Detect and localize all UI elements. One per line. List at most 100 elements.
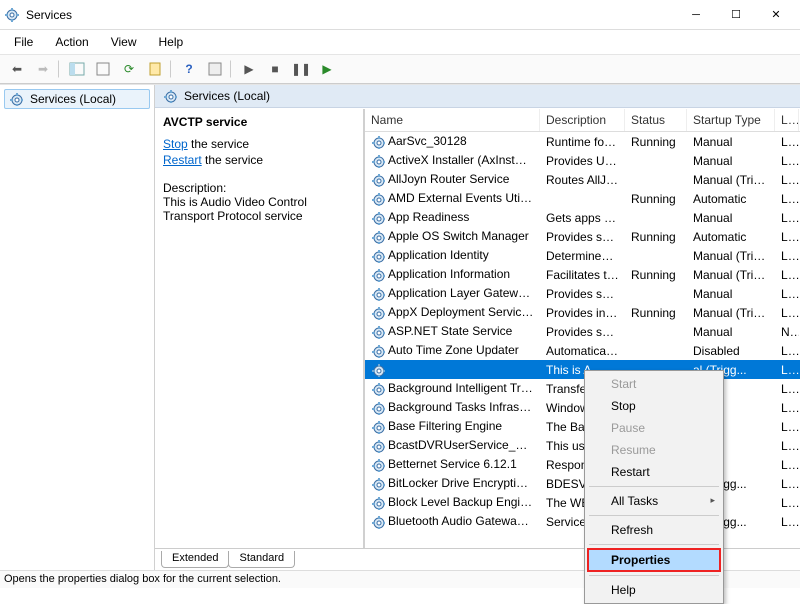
table-row[interactable]: AarSvc_30128 Runtime for ...RunningManual… xyxy=(365,132,800,151)
cell-startup: Disabled xyxy=(687,343,775,359)
table-row[interactable]: ActiveX Installer (AxInstSV)Provides Use… xyxy=(365,151,800,170)
separator xyxy=(589,515,719,516)
cell-name: Apple OS Switch Manager xyxy=(388,229,529,243)
cell-name: AarSvc_30128 xyxy=(388,134,467,148)
cell-status: Running xyxy=(625,191,687,207)
refresh-button[interactable]: ⟳ xyxy=(118,58,140,80)
properties-button[interactable] xyxy=(204,58,226,80)
cell-name: Background Tasks Infrastruc... xyxy=(388,400,540,414)
cell-log: Loc xyxy=(775,286,799,302)
close-button[interactable]: ✕ xyxy=(756,0,796,30)
cell-log: Loc xyxy=(775,457,799,473)
pause-service-button[interactable]: ❚❚ xyxy=(290,58,312,80)
table-row[interactable]: Betternet Service 6.12.1ResponalLoc xyxy=(365,455,800,474)
cell-status xyxy=(625,255,687,257)
cell-log: Loc xyxy=(775,343,799,359)
table-row[interactable]: Base Filtering EngineThe BasaticLoc xyxy=(365,417,800,436)
tree-root-label: Services (Local) xyxy=(30,92,116,106)
col-startup-type[interactable]: Startup Type xyxy=(687,109,775,131)
gear-icon xyxy=(371,382,385,396)
gear-icon xyxy=(371,173,385,187)
right-pane-header: Services (Local) xyxy=(155,85,800,108)
gear-icon xyxy=(371,458,385,472)
cm-help[interactable]: Help xyxy=(587,579,721,601)
cell-name: ASP.NET State Service xyxy=(388,324,512,338)
table-row[interactable]: Auto Time Zone UpdaterAutomaticall...Dis… xyxy=(365,341,800,360)
cm-stop[interactable]: Stop xyxy=(587,395,721,417)
cell-log: Loc xyxy=(775,419,799,435)
table-row[interactable]: Application IdentityDetermines ...Manual… xyxy=(365,246,800,265)
cell-startup: Manual xyxy=(687,134,775,150)
table-row[interactable]: Background Intelligent Tran...Transferal… xyxy=(365,379,800,398)
cell-status xyxy=(625,179,687,181)
cell-name: BcastDVRUserService_30128 xyxy=(388,438,540,452)
cell-description: Provides infr... xyxy=(540,305,625,321)
table-row[interactable]: Background Tasks Infrastruc...Windowatic… xyxy=(365,398,800,417)
separator xyxy=(589,575,719,576)
col-name[interactable]: Name xyxy=(365,109,540,131)
menu-view[interactable]: View xyxy=(107,33,141,51)
tab-standard[interactable]: Standard xyxy=(228,551,295,568)
col-status[interactable]: Status xyxy=(625,109,687,131)
restart-link[interactable]: Restart xyxy=(163,153,202,167)
menu-action[interactable]: Action xyxy=(51,33,92,51)
table-row[interactable]: Application InformationFacilitates th...… xyxy=(365,265,800,284)
cell-name: AMD External Events Utility xyxy=(388,191,535,205)
menu-file[interactable]: File xyxy=(10,33,37,51)
cm-refresh[interactable]: Refresh xyxy=(587,519,721,541)
tree-root-item[interactable]: Services (Local) xyxy=(4,89,150,109)
cm-start: Start xyxy=(587,373,721,395)
back-button[interactable]: ⬅ xyxy=(6,58,28,80)
menu-help[interactable]: Help xyxy=(155,33,188,51)
table-row[interactable]: AppX Deployment Service (A...Provides in… xyxy=(365,303,800,322)
table-row[interactable]: ASP.NET State ServiceProvides sup...Manu… xyxy=(365,322,800,341)
cell-name: App Readiness xyxy=(388,210,469,224)
table-row[interactable]: BcastDVRUserService_30128This usealLoc xyxy=(365,436,800,455)
col-log-on-as[interactable]: Loc xyxy=(775,109,799,131)
cell-startup: Automatic xyxy=(687,191,775,207)
cell-description: Routes AllJo... xyxy=(540,172,625,188)
table-row[interactable]: This is Aal (Trigg...Loc xyxy=(365,360,800,379)
minimize-button[interactable]: ─ xyxy=(676,0,716,30)
menubar: File Action View Help xyxy=(0,30,800,54)
show-hide-button[interactable] xyxy=(66,58,88,80)
table-row[interactable]: BitLocker Drive Encryption S...BDESVCal … xyxy=(365,474,800,493)
cell-status: Running xyxy=(625,229,687,245)
start-service-button[interactable]: ▶ xyxy=(238,58,260,80)
description-label: Description: xyxy=(163,181,355,195)
cell-name: Bluetooth Audio Gateway Se... xyxy=(388,514,540,528)
cell-startup: Manual (Trigg... xyxy=(687,305,775,321)
gear-icon xyxy=(371,268,385,282)
cm-resume: Resume xyxy=(587,439,721,461)
export-button[interactable] xyxy=(92,58,114,80)
table-row[interactable]: Block Level Backup Engine S...The WBalLo… xyxy=(365,493,800,512)
table-row[interactable]: Bluetooth Audio Gateway Se...Serviceal (… xyxy=(365,512,800,531)
restart-service-button[interactable]: ▶ xyxy=(316,58,338,80)
cell-description: Determines ... xyxy=(540,248,625,264)
maximize-button[interactable]: ☐ xyxy=(716,0,756,30)
gear-icon xyxy=(9,92,23,106)
gear-icon xyxy=(371,439,385,453)
cell-name: Application Identity xyxy=(388,248,489,262)
table-row[interactable]: Apple OS Switch ManagerProvides sup...Ru… xyxy=(365,227,800,246)
table-row[interactable]: AMD External Events Utility RunningAutoma… xyxy=(365,189,800,208)
help-button[interactable]: ? xyxy=(178,58,200,80)
tab-extended[interactable]: Extended xyxy=(161,551,229,568)
cell-log: Loc xyxy=(775,400,799,416)
table-row[interactable]: App ReadinessGets apps re...ManualLoc xyxy=(365,208,800,227)
cell-status: Running xyxy=(625,134,687,150)
cell-description: Runtime for ... xyxy=(540,134,625,150)
cell-status xyxy=(625,350,687,352)
col-description[interactable]: Description xyxy=(540,109,625,131)
forward-button[interactable]: ➡ xyxy=(32,58,54,80)
stop-link[interactable]: Stop xyxy=(163,137,188,151)
stop-suffix: the service xyxy=(188,137,249,151)
cm-all-tasks[interactable]: All Tasks xyxy=(587,490,721,512)
export-list-button[interactable] xyxy=(144,58,166,80)
stop-service-button[interactable]: ■ xyxy=(264,58,286,80)
table-row[interactable]: AllJoyn Router ServiceRoutes AllJo...Man… xyxy=(365,170,800,189)
table-row[interactable]: Application Layer Gateway S...Provides s… xyxy=(365,284,800,303)
cm-properties[interactable]: Properties xyxy=(587,548,721,572)
cm-restart[interactable]: Restart xyxy=(587,461,721,483)
cell-name: Base Filtering Engine xyxy=(388,419,502,433)
